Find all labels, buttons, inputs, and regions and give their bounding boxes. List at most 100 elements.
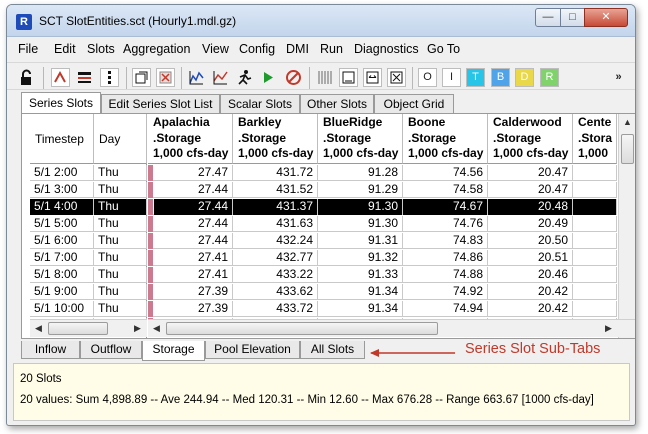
tab-edit-series-slot-list[interactable]: Edit Series Slot List xyxy=(101,94,220,114)
subtab-pool-elevation[interactable]: Pool Elevation xyxy=(205,341,300,359)
value-cell[interactable]: 91.30 xyxy=(318,199,403,215)
timestep-cell[interactable]: 5/1 5:00 xyxy=(30,216,94,232)
table-row[interactable]: 5/1 10:00 Thu xyxy=(30,301,147,317)
value-cell[interactable]: 20.46 xyxy=(488,267,573,283)
value-cell[interactable]: 27.39 xyxy=(154,301,233,317)
value-cell[interactable]: 91.29 xyxy=(318,182,403,198)
value-cell[interactable] xyxy=(573,250,617,266)
letter-o-button[interactable]: O xyxy=(418,68,437,87)
menu-dmi[interactable]: DMI xyxy=(286,42,309,56)
menu-view[interactable]: View xyxy=(202,42,229,56)
scroll-left-icon[interactable]: ◀ xyxy=(148,320,165,337)
value-cell[interactable]: 27.44 xyxy=(154,199,233,215)
value-cell[interactable]: 91.34 xyxy=(318,284,403,300)
day-cell[interactable]: Thu xyxy=(94,182,147,198)
right-horizontal-scroll-thumb[interactable] xyxy=(166,322,438,335)
scroll-up-icon[interactable]: ▲ xyxy=(619,114,635,131)
value-cell[interactable] xyxy=(573,216,617,232)
lock-icon[interactable] xyxy=(17,68,36,87)
box-icon[interactable] xyxy=(363,68,382,87)
value-cell[interactable]: 20.42 xyxy=(488,301,573,317)
letter-d-button[interactable]: D xyxy=(515,68,534,87)
tab-scalar-slots[interactable]: Scalar Slots xyxy=(220,94,300,114)
value-cell[interactable]: 431.52 xyxy=(233,182,318,198)
letter-r-button[interactable]: R xyxy=(540,68,559,87)
vertical-scroll-thumb[interactable] xyxy=(621,134,634,164)
toolbar-overflow-icon[interactable]: » xyxy=(609,68,628,87)
column-list-icon[interactable] xyxy=(75,68,94,87)
title-bar[interactable]: R SCT SlotEntities.sct (Hourly1.mdl.gz) … xyxy=(7,5,635,37)
table-row[interactable]: 5/1 8:00 Thu xyxy=(30,267,147,283)
menu-config[interactable]: Config xyxy=(239,42,275,56)
letter-t-button[interactable]: T xyxy=(466,68,485,87)
letter-b-button[interactable]: B xyxy=(491,68,510,87)
plot-icon[interactable] xyxy=(132,68,151,87)
day-cell[interactable]: Thu xyxy=(94,233,147,249)
day-cell[interactable]: Thu xyxy=(94,284,147,300)
table-row[interactable]: 5/1 7:00 Thu xyxy=(30,250,147,266)
value-cell[interactable]: 20.50 xyxy=(488,233,573,249)
table-row[interactable]: 5/1 6:00 Thu xyxy=(30,233,147,249)
value-cell[interactable]: 91.32 xyxy=(318,250,403,266)
value-cell[interactable]: 20.42 xyxy=(488,284,573,300)
minimize-button[interactable]: — xyxy=(535,8,561,27)
day-cell[interactable]: Thu xyxy=(94,216,147,232)
value-cell[interactable] xyxy=(573,182,617,198)
menu-diagnostics[interactable]: Diagnostics xyxy=(354,42,419,56)
value-cell[interactable]: 74.94 xyxy=(403,301,488,317)
timestep-cell[interactable]: 5/1 4:00 xyxy=(30,199,94,215)
value-cell[interactable]: 27.44 xyxy=(154,216,233,232)
vertical-scrollbar[interactable]: ▲ xyxy=(618,114,635,338)
value-cell[interactable] xyxy=(573,284,617,300)
tab-series-slots[interactable]: Series Slots xyxy=(21,92,101,113)
left-horizontal-scroll-thumb[interactable] xyxy=(48,322,108,335)
value-cell[interactable]: 20.49 xyxy=(488,216,573,232)
value-cell[interactable]: 91.33 xyxy=(318,267,403,283)
box-icon[interactable] xyxy=(387,68,406,87)
letter-i-button[interactable]: I xyxy=(442,68,461,87)
value-cell[interactable]: 91.30 xyxy=(318,216,403,232)
value-cell[interactable]: 74.58 xyxy=(403,182,488,198)
table-row[interactable]: 5/1 3:00 Thu xyxy=(30,182,147,198)
value-cell[interactable]: 20.51 xyxy=(488,250,573,266)
menu-edit[interactable]: Edit xyxy=(54,42,76,56)
column-header[interactable]: Barkley .Storage 1,000 cfs-day xyxy=(233,114,318,164)
value-cell[interactable] xyxy=(573,301,617,317)
value-cell[interactable]: 27.39 xyxy=(154,284,233,300)
column-header[interactable]: Calderwood .Storage 1,000 cfs-day xyxy=(488,114,573,164)
subtab-outflow[interactable]: Outflow xyxy=(80,341,142,359)
menu-file[interactable]: File xyxy=(18,42,38,56)
value-cell[interactable]: 91.34 xyxy=(318,301,403,317)
value-cell[interactable]: 27.47 xyxy=(154,165,233,181)
value-cell[interactable] xyxy=(573,267,617,283)
table-row[interactable]: 27.39 433.62 91.34 74.92 20.42 xyxy=(148,284,617,300)
table-row[interactable]: 27.44 431.52 91.29 74.58 20.47 xyxy=(148,182,617,198)
maximize-button[interactable]: □ xyxy=(560,8,585,27)
menu-run[interactable]: Run xyxy=(320,42,343,56)
menu-slots[interactable]: Slots xyxy=(87,42,115,56)
value-cell[interactable]: 74.56 xyxy=(403,165,488,181)
day-header[interactable]: Day xyxy=(94,114,147,164)
runner-icon[interactable] xyxy=(235,68,254,87)
edit-series-icon[interactable] xyxy=(51,68,70,87)
right-horizontal-scrollbar[interactable]: ◀ ▶ xyxy=(148,319,635,337)
scroll-right-icon[interactable]: ▶ xyxy=(600,320,617,337)
day-cell[interactable]: Thu xyxy=(94,301,147,317)
value-cell[interactable]: 431.72 xyxy=(233,165,318,181)
value-cell[interactable] xyxy=(573,199,617,215)
menu-go-to[interactable]: Go To xyxy=(427,42,460,56)
timestep-cell[interactable]: 5/1 7:00 xyxy=(30,250,94,266)
table-row[interactable]: 5/1 4:00 Thu xyxy=(30,199,147,215)
delete-icon[interactable] xyxy=(156,68,175,87)
value-cell[interactable]: 91.28 xyxy=(318,165,403,181)
value-cell[interactable]: 74.88 xyxy=(403,267,488,283)
value-cell[interactable]: 27.44 xyxy=(154,182,233,198)
column-icon[interactable] xyxy=(100,68,119,87)
value-cell[interactable]: 20.47 xyxy=(488,182,573,198)
timestep-cell[interactable]: 5/1 10:00 xyxy=(30,301,94,317)
table-row[interactable]: 27.44 431.37 91.30 74.67 20.48 xyxy=(148,199,617,215)
day-cell[interactable]: Thu xyxy=(94,267,147,283)
table-row[interactable]: 5/1 5:00 Thu xyxy=(30,216,147,232)
value-cell[interactable]: 27.44 xyxy=(154,233,233,249)
subtab-storage[interactable]: Storage xyxy=(142,341,205,361)
